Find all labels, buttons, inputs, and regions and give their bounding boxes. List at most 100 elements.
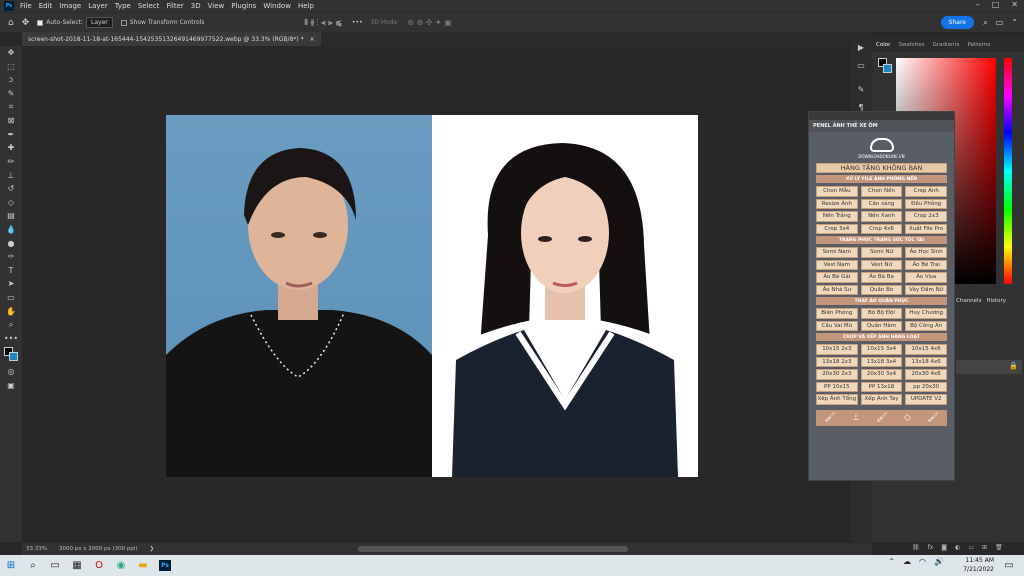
menu-help[interactable]: Help: [298, 2, 314, 10]
plugin-button[interactable]: Nền Xanh: [860, 211, 903, 222]
menu-filter[interactable]: Filter: [166, 2, 183, 10]
auto-select-dropdown[interactable]: Layer: [86, 17, 113, 28]
align-icons[interactable]: ⫴ ⫵ ⫶ ⫷ ⫸ ⫹: [304, 18, 341, 28]
rectangle-tool-icon[interactable]: ▭: [0, 291, 22, 305]
plugin-button[interactable]: Cầu Vai Mũ: [816, 320, 858, 331]
expand-icon[interactable]: ⌃: [1011, 18, 1018, 28]
fx-icon[interactable]: fx: [928, 544, 934, 551]
brush-icon[interactable]: 🖌: [824, 413, 835, 423]
search-icon[interactable]: ⌕: [983, 18, 987, 28]
eyedropper-tool-icon[interactable]: ✒: [0, 128, 22, 142]
plugin-button[interactable]: Áo Bà Ba: [860, 272, 903, 283]
menu-type[interactable]: Type: [115, 2, 131, 10]
adjustment-icon[interactable]: ◐: [955, 544, 960, 551]
pen-tool-icon[interactable]: ✑: [0, 250, 22, 264]
auto-select-checkbox[interactable]: [37, 19, 44, 26]
horizontal-scrollbar[interactable]: [358, 546, 628, 552]
plugin-button[interactable]: 13x18 3x4: [860, 356, 903, 367]
plugin-button[interactable]: 10x15 3x4: [860, 344, 903, 355]
plugin-button[interactable]: Crop 2x3: [905, 211, 947, 222]
plugin-button[interactable]: Áo Bé Trai: [905, 259, 947, 270]
plugin-button[interactable]: Áo Nhà Sư: [816, 284, 858, 295]
type-tool-icon[interactable]: T: [0, 264, 22, 278]
brush-icon[interactable]: 🖌: [876, 413, 887, 423]
trash-icon[interactable]: 🗑: [995, 544, 1003, 551]
plugin-button[interactable]: PP 10x15: [816, 381, 858, 392]
tab-patterns[interactable]: Patterns: [967, 42, 990, 48]
plugin-button[interactable]: 13x18 2x3: [816, 356, 858, 367]
close-tab-icon[interactable]: ×: [310, 36, 315, 43]
marquee-tool-icon[interactable]: ⬚: [0, 60, 22, 74]
menu-layer[interactable]: Layer: [88, 2, 108, 10]
plugin-button[interactable]: Nền Trắng: [816, 211, 858, 222]
plugin-button[interactable]: 10x15 4x6: [905, 344, 947, 355]
plugin-button[interactable]: Bộ Bộ Đội: [860, 308, 903, 319]
plugin-button[interactable]: Quân Hàm: [860, 320, 903, 331]
plugin-button[interactable]: Cân sáng: [860, 198, 903, 209]
minimize-button[interactable]: –: [976, 0, 980, 9]
plugin-button[interactable]: Biên Phòng: [816, 308, 858, 319]
chevron-up-icon[interactable]: ⌃: [888, 557, 895, 566]
workspace-icon[interactable]: ▭: [996, 18, 1004, 28]
more-tools-icon[interactable]: •••: [0, 331, 22, 345]
plugin-button[interactable]: pp 20x30: [905, 381, 947, 392]
screen-mode-icon[interactable]: ▣: [0, 379, 22, 393]
plugin-button[interactable]: UPDATE V2: [905, 394, 947, 405]
volume-icon[interactable]: 🔊: [934, 557, 944, 566]
quick-select-tool-icon[interactable]: ✎: [0, 87, 22, 101]
share-button[interactable]: Share: [940, 16, 974, 29]
tab-history[interactable]: History: [986, 298, 1006, 304]
mask-icon[interactable]: ◙: [941, 544, 947, 551]
plugin-button[interactable]: 20x30 4x6: [905, 369, 947, 380]
plugin-button[interactable]: Xếp Ảnh Tổng: [816, 394, 858, 405]
blur-tool-icon[interactable]: 💧: [0, 223, 22, 237]
tab-gradients[interactable]: Gradients: [933, 42, 960, 48]
link-icon[interactable]: ⛓: [912, 544, 920, 551]
zoom-tool-icon[interactable]: ⌕: [0, 318, 22, 332]
path-select-icon[interactable]: ➤: [0, 277, 22, 291]
plugin-button[interactable]: Xuất File Pro: [905, 223, 947, 234]
stamp-icon[interactable]: ⊥: [852, 413, 860, 423]
hue-slider[interactable]: [1004, 58, 1012, 284]
more-options-icon[interactable]: •••: [352, 19, 363, 26]
menu-window[interactable]: Window: [263, 2, 291, 10]
tab-channels[interactable]: Channels: [956, 298, 981, 304]
plugin-button[interactable]: 13x18 4x6: [905, 356, 947, 367]
plugin-button[interactable]: Crop 3x4: [816, 223, 858, 234]
crop-tool-icon[interactable]: ⌗: [0, 100, 22, 114]
free-gift-button[interactable]: HÀNG TẶNG KHÔNG BÁN: [816, 163, 947, 173]
folder-icon[interactable]: ▭: [968, 544, 974, 551]
explorer-icon[interactable]: ▦: [66, 555, 88, 576]
brush-settings-icon[interactable]: ✎: [850, 80, 872, 98]
task-view-icon[interactable]: ▭: [44, 555, 66, 576]
plugin-button[interactable]: Áo Visa: [905, 272, 947, 283]
play-icon[interactable]: ▶: [850, 38, 872, 56]
new-layer-icon[interactable]: ⊞: [982, 544, 987, 551]
frame-tool-icon[interactable]: ⊠: [0, 114, 22, 128]
plugin-button[interactable]: 10x15 2x3: [816, 344, 858, 355]
plugin-button[interactable]: Áo Bé Gái: [816, 272, 858, 283]
photoshop-taskbar-icon[interactable]: Ps: [154, 555, 176, 576]
plugin-button[interactable]: PP 13x18: [860, 381, 903, 392]
plugin-button[interactable]: Somi Nữ: [860, 247, 903, 258]
network-icon[interactable]: ☁: [903, 557, 911, 566]
menu-select[interactable]: Select: [138, 2, 160, 10]
brush-tool-icon[interactable]: ✏: [0, 155, 22, 169]
home-icon[interactable]: ⌂: [8, 18, 14, 28]
eraser-icon[interactable]: ◇: [904, 413, 911, 423]
plugin-button[interactable]: Vest Nam: [816, 259, 858, 270]
stamp-tool-icon[interactable]: ⊥: [0, 168, 22, 182]
windows-start-icon[interactable]: ⊞: [0, 555, 22, 576]
menu-file[interactable]: File: [20, 2, 32, 10]
menu-plugins[interactable]: Plugins: [231, 2, 256, 10]
plugin-button[interactable]: 20x30 3x4: [860, 369, 903, 380]
hand-tool-icon[interactable]: ✋: [0, 304, 22, 318]
plugin-button[interactable]: Crop 4x6: [860, 223, 903, 234]
plugin-button[interactable]: Chọn Mẫu: [816, 186, 858, 197]
lasso-tool-icon[interactable]: ↄ: [0, 73, 22, 87]
plugin-button[interactable]: Quần Bò: [860, 284, 903, 295]
status-arrow-icon[interactable]: ❯: [150, 546, 155, 552]
menu-image[interactable]: Image: [59, 2, 81, 10]
menu-3d[interactable]: 3D: [191, 2, 201, 10]
search-icon[interactable]: ⌕: [22, 555, 44, 576]
